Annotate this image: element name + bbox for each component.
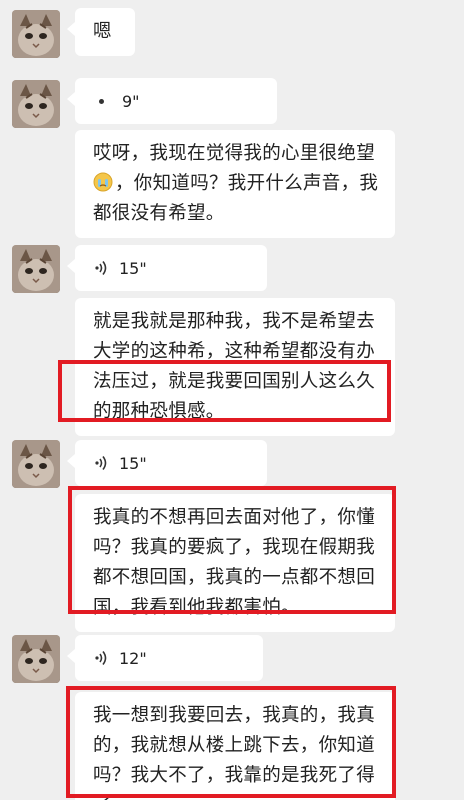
- cat-avatar-icon: [12, 80, 60, 128]
- cat-avatar-icon: [12, 245, 60, 293]
- voice-wave-icon: [95, 261, 107, 275]
- message-text: 哎呀，我现在觉得我的心里很绝望: [93, 143, 376, 164]
- message-text: 我一想到我要回去，我真的，我真的，我就想从楼上跳下去，你知道吗？我大不了，我靠的…: [93, 705, 376, 800]
- message-bubble-2[interactable]: 哎呀，我现在觉得我的心里很绝望 ，你知道吗？我开什么声音，我都很没有希望。: [75, 130, 395, 238]
- voice-duration: 15": [119, 258, 147, 278]
- voice-message-3[interactable]: 15": [67, 440, 267, 486]
- message-text: 就是我就是那种我，我不是希望去大学的这种希，这种希望都没有办法压过，就是我要回国…: [93, 311, 376, 422]
- message-bubble-5[interactable]: 我一想到我要回去，我真的，我真的，我就想从楼上跳下去，你知道吗？我大不了，我靠的…: [75, 692, 395, 800]
- cat-avatar-icon: [12, 10, 60, 58]
- voice-icon: [99, 98, 104, 104]
- voice-wave-icon: [95, 456, 107, 470]
- voice-message-1[interactable]: 9": [67, 78, 277, 124]
- avatar[interactable]: [12, 10, 60, 58]
- voice-message-4[interactable]: 12": [67, 635, 263, 681]
- avatar[interactable]: [12, 635, 60, 683]
- avatar[interactable]: [12, 440, 60, 488]
- voice-duration: 12": [119, 648, 147, 668]
- message-text: 嗯: [93, 21, 112, 42]
- message-text: ，你知道吗？我开什么声音，我都很没有希望。: [93, 173, 379, 224]
- voice-duration: 15": [119, 453, 147, 473]
- message-bubble-1[interactable]: 嗯: [67, 8, 135, 56]
- voice-duration: 9": [122, 91, 140, 111]
- message-text: 我真的不想再回去面对他了，你懂吗？我真的要疯了，我现在假期我都不想回国，我真的一…: [93, 507, 376, 618]
- cat-avatar-icon: [12, 440, 60, 488]
- voice-message-2[interactable]: 15": [67, 245, 267, 291]
- chat-screen: 嗯 9" 哎呀，我现在觉得我的心里很绝望 ，你知道吗？我开什么声音，我都很没有希望…: [0, 0, 464, 800]
- crying-face-emoji-icon: [93, 172, 113, 192]
- message-bubble-3[interactable]: 就是我就是那种我，我不是希望去大学的这种希，这种希望都没有办法压过，就是我要回国…: [75, 298, 395, 436]
- avatar[interactable]: [12, 245, 60, 293]
- cat-avatar-icon: [12, 635, 60, 683]
- avatar[interactable]: [12, 80, 60, 128]
- message-bubble-4[interactable]: 我真的不想再回去面对他了，你懂吗？我真的要疯了，我现在假期我都不想回国，我真的一…: [75, 494, 395, 632]
- voice-wave-icon: [95, 651, 107, 665]
